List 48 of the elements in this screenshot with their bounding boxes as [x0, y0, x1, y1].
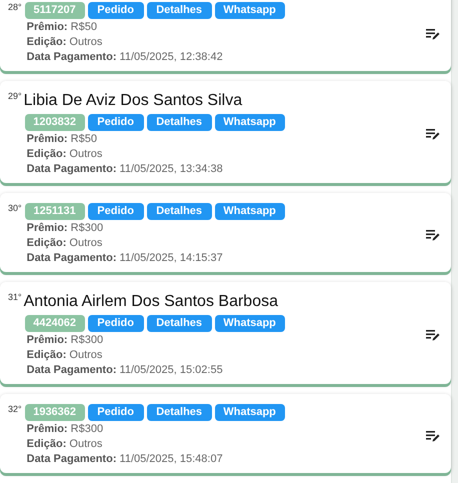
action-button[interactable]: Pedido: [88, 2, 144, 19]
action-button[interactable]: Pedido: [88, 315, 144, 332]
rank-label: 29°: [8, 92, 22, 101]
winner-name: Antonia Airlem Dos Santos Barbosa: [24, 292, 279, 312]
info-line: Edição: Outros: [26, 437, 104, 452]
info-line: Edição: Outros: [26, 236, 104, 251]
info-line: Prêmio: R$300: [26, 333, 104, 348]
ticket-number: 5117207: [24, 2, 85, 19]
rank-label: 30°: [8, 204, 22, 213]
edit-list-icon[interactable]: [426, 228, 440, 240]
info-line: Data Pagamento: 11/05/2025, 12:38:42: [26, 50, 224, 65]
action-button[interactable]: Detalhes: [146, 315, 212, 332]
info-line: Prêmio: R$300: [26, 422, 104, 437]
info-line: Edição: Outros: [26, 35, 104, 50]
action-button[interactable]: Whatsapp: [214, 404, 285, 421]
info-line: Edição: Outros: [26, 348, 104, 363]
rank-label: 31°: [8, 293, 22, 302]
info-line: Data Pagamento: 11/05/2025, 14:15:37: [26, 251, 224, 266]
action-button[interactable]: Whatsapp: [214, 2, 285, 19]
scrollbar-track[interactable]: [451, 0, 458, 483]
edit-list-icon[interactable]: [426, 430, 440, 442]
action-button[interactable]: Detalhes: [146, 203, 212, 220]
info-line: Edição: Outros: [26, 147, 104, 162]
info-line: Prêmio: R$50: [26, 132, 98, 147]
ticket-number: 1251131: [24, 203, 85, 220]
ticket-number: 1936362: [24, 404, 85, 421]
action-button[interactable]: Pedido: [88, 203, 144, 220]
action-button[interactable]: Whatsapp: [214, 114, 285, 131]
info-line: Data Pagamento: 11/05/2025, 15:48:07: [26, 452, 224, 467]
rank-label: 32°: [8, 405, 22, 414]
action-button[interactable]: Pedido: [88, 114, 144, 131]
edit-list-icon[interactable]: [426, 329, 440, 341]
action-button[interactable]: Detalhes: [146, 114, 212, 131]
rank-label: 28°: [8, 3, 22, 12]
ticket-number: 1203832: [24, 114, 85, 131]
action-button[interactable]: Detalhes: [146, 404, 212, 421]
action-button[interactable]: Pedido: [88, 404, 144, 421]
action-button[interactable]: Whatsapp: [214, 203, 285, 220]
action-button[interactable]: Detalhes: [146, 2, 212, 19]
ticket-number: 4424062: [24, 315, 85, 332]
info-line: Data Pagamento: 11/05/2025, 15:02:55: [26, 363, 224, 378]
edit-list-icon[interactable]: [426, 28, 440, 40]
winner-name: Libia De Aviz Dos Santos Silva: [24, 91, 244, 111]
edit-list-icon[interactable]: [426, 128, 440, 140]
action-button[interactable]: Whatsapp: [214, 315, 285, 332]
info-line: Prêmio: R$50: [26, 20, 98, 35]
info-line: Data Pagamento: 11/05/2025, 13:34:38: [26, 162, 224, 177]
info-line: Prêmio: R$300: [26, 221, 104, 236]
